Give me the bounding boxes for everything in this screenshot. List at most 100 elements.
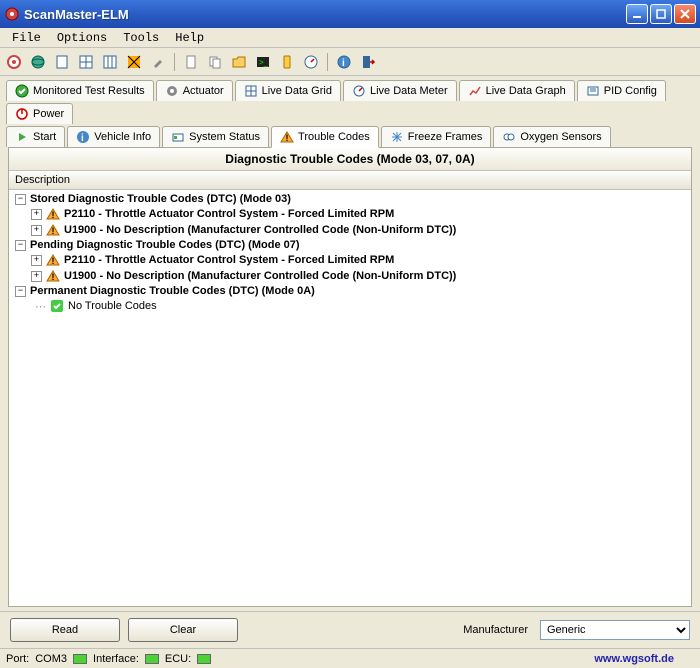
tree-row[interactable]: −Stored Diagnostic Trouble Codes (DTC) (… (11, 192, 689, 206)
svg-text:>_: >_ (259, 58, 269, 67)
tree-group-label: Permanent Diagnostic Trouble Codes (DTC)… (30, 285, 315, 297)
toolbar-terminal-icon[interactable]: >_ (253, 52, 273, 72)
tab-strip: StartiVehicle Info System Status! Trouble … (0, 124, 700, 147)
tab-live-data-graph[interactable]: Live Data Graph (459, 80, 575, 101)
warning-icon: ! (46, 207, 60, 221)
o2-icon (502, 130, 516, 144)
trouble-codes-panel: Diagnostic Trouble Codes (Mode 03, 07, 0… (8, 147, 692, 607)
menu-file[interactable]: File (4, 29, 49, 47)
toolbar-separator (327, 53, 328, 71)
menu-tools[interactable]: Tools (115, 29, 167, 47)
dtc-item-label: U1900 - No Description (Manufacturer Con… (64, 270, 456, 282)
ok-icon (50, 299, 64, 313)
svg-text:!: ! (52, 226, 55, 236)
status-bar: Port: COM3 Interface: ECU: www.wgsoft.de (0, 648, 700, 668)
tree-toggle[interactable]: − (15, 194, 26, 205)
tab-pid-config[interactable]: PID Config (577, 80, 666, 101)
svg-text:i: i (81, 133, 84, 144)
vendor-link[interactable]: www.wgsoft.de (594, 653, 674, 665)
close-button[interactable] (674, 4, 696, 24)
port-status-light (73, 654, 87, 664)
window-title: ScanMaster-ELM (24, 7, 626, 22)
tree-row[interactable]: +! U1900 - No Description (Manufacturer C… (11, 268, 689, 284)
tab-label: Live Data Meter (370, 85, 448, 97)
minimize-button[interactable] (626, 4, 648, 24)
tab-trouble-codes[interactable]: ! Trouble Codes (271, 126, 379, 148)
tab-label: Live Data Grid (262, 85, 332, 97)
status-icon (171, 130, 185, 144)
maximize-button[interactable] (650, 4, 672, 24)
tab-power[interactable]: Power (6, 103, 73, 124)
toolbar-grid-icon[interactable] (76, 52, 96, 72)
tree-row[interactable]: +!P2110 - Throttle Actuator Control Syst… (11, 252, 689, 268)
tab-label: Freeze Frames (408, 131, 483, 143)
tab-live-data-meter[interactable]: Live Data Meter (343, 80, 457, 101)
status-ecu-label: ECU: (165, 653, 191, 665)
tab-start[interactable]: Start (6, 126, 65, 147)
toolbar-table-icon[interactable] (100, 52, 120, 72)
toolbar-separator (174, 53, 175, 71)
tree-toggle[interactable]: + (31, 255, 42, 266)
svg-text:!: ! (52, 256, 55, 266)
tree-row[interactable]: −Pending Diagnostic Trouble Codes (DTC) … (11, 238, 689, 252)
tab-monitored-test-results[interactable]: Monitored Test Results (6, 80, 154, 101)
menu-help[interactable]: Help (167, 29, 212, 47)
tree-row[interactable]: −Permanent Diagnostic Trouble Codes (DTC… (11, 284, 689, 298)
tab-system-status[interactable]: System Status (162, 126, 269, 147)
ecu-status-light (197, 654, 211, 664)
tab-live-data-grid[interactable]: Live Data Grid (235, 80, 341, 101)
svg-text:i: i (342, 58, 345, 69)
tree-toggle[interactable]: + (31, 225, 42, 236)
toolbar-wrench-icon[interactable] (148, 52, 168, 72)
tree-row[interactable]: +!U1900 - No Description (Manufacturer C… (11, 222, 689, 238)
tree-row[interactable]: ⋯No Trouble Codes (11, 298, 689, 314)
toolbar-folder-icon[interactable] (229, 52, 249, 72)
tree-toggle[interactable]: + (31, 271, 42, 282)
info-icon: i (76, 130, 90, 144)
menu-bar: File Options Tools Help (0, 28, 700, 48)
tab-label: Trouble Codes (298, 131, 370, 143)
svg-text:!: ! (52, 272, 55, 282)
tab-oxygen-sensors[interactable]: Oxygen Sensors (493, 126, 610, 147)
clear-button[interactable]: Clear (128, 618, 238, 642)
toolbar-gauge-icon[interactable] (301, 52, 321, 72)
tab-label: Power (33, 108, 64, 120)
tab-vehicle-info[interactable]: iVehicle Info (67, 126, 160, 147)
tab-label: Actuator (183, 85, 224, 97)
power-icon (15, 107, 29, 121)
gear-icon (165, 84, 179, 98)
tab-label: Oxygen Sensors (520, 131, 601, 143)
svg-text:!: ! (286, 133, 289, 143)
tab-actuator[interactable]: Actuator (156, 80, 233, 101)
status-port-label: Port: (6, 653, 29, 665)
status-interface-label: Interface: (93, 653, 139, 665)
menu-options[interactable]: Options (49, 29, 115, 47)
toolbar-target-icon[interactable] (4, 52, 24, 72)
tree-toggle[interactable]: + (31, 209, 42, 220)
toolbar-info-icon[interactable]: i (334, 52, 354, 72)
pid-icon (586, 84, 600, 98)
toolbar-page-icon[interactable] (181, 52, 201, 72)
toolbar-globe-icon[interactable] (28, 52, 48, 72)
manufacturer-select[interactable]: Generic (540, 620, 690, 640)
tab-freeze-frames[interactable]: Freeze Frames (381, 126, 492, 147)
tree-group-label: Stored Diagnostic Trouble Codes (DTC) (M… (30, 193, 291, 205)
freeze-icon (390, 130, 404, 144)
tree-row[interactable]: +!P2110 - Throttle Actuator Control Syst… (11, 206, 689, 222)
tab-label: System Status (189, 131, 260, 143)
toolbar-copy-icon[interactable] (205, 52, 225, 72)
tree-toggle[interactable]: − (15, 240, 26, 251)
svg-text:!: ! (52, 210, 55, 220)
warning-icon: ! (46, 223, 60, 237)
action-bar: Read Clear Manufacturer Generic (0, 611, 700, 648)
toolbar: >_ i (0, 48, 700, 76)
read-button[interactable]: Read (10, 618, 120, 642)
tree-toggle[interactable]: − (15, 286, 26, 297)
toolbar-device-icon[interactable] (277, 52, 297, 72)
manufacturer-label: Manufacturer (463, 624, 528, 636)
window-titlebar: ScanMaster-ELM (0, 0, 700, 28)
warning-icon: ! (46, 253, 60, 267)
toolbar-doc-icon[interactable] (52, 52, 72, 72)
toolbar-exit-icon[interactable] (358, 52, 378, 72)
toolbar-flag-icon[interactable] (124, 52, 144, 72)
